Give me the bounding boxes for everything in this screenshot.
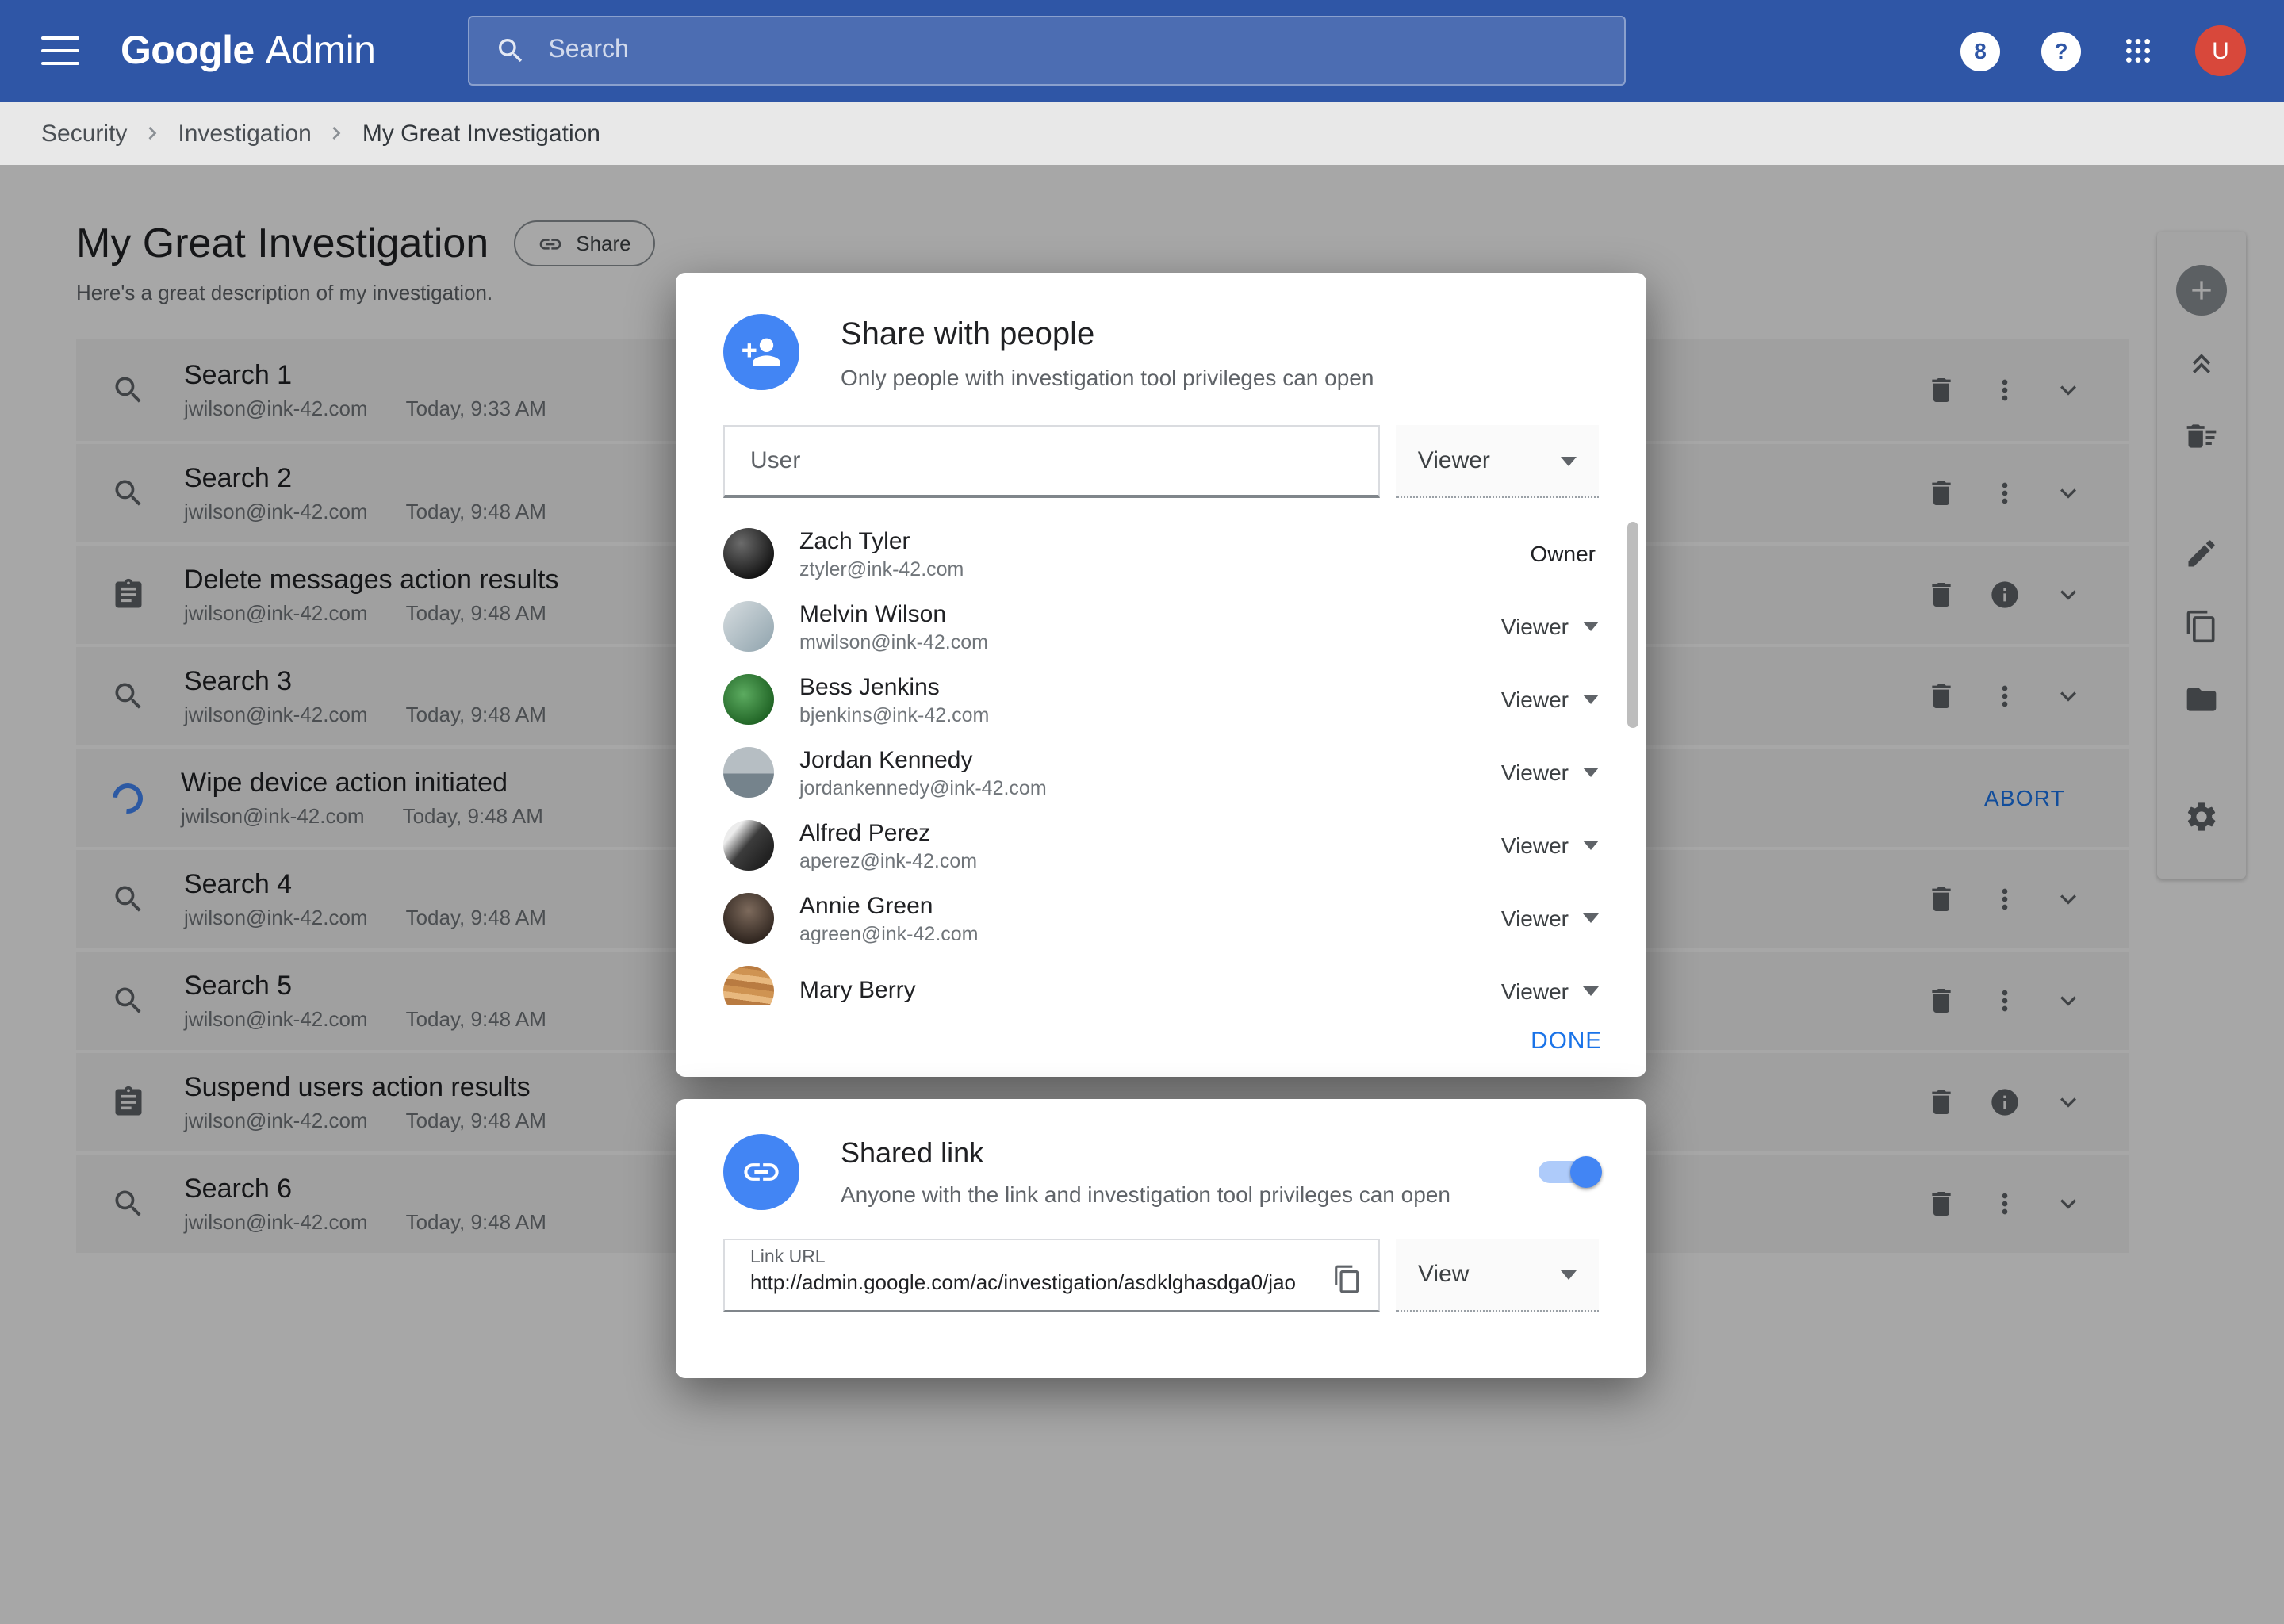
avatar	[723, 674, 774, 725]
search-icon	[494, 35, 526, 67]
chevron-right-icon	[324, 121, 350, 146]
avatar[interactable]: U	[2195, 25, 2246, 76]
person-row: Mary Berry Viewer	[723, 955, 1599, 1005]
user-field[interactable]	[723, 425, 1380, 498]
apps-grid-icon[interactable]	[2122, 35, 2154, 67]
person-email: bjenkins@ink-42.com	[799, 703, 989, 726]
role-dropdown[interactable]: Viewer	[1501, 833, 1599, 858]
person-email: aperez@ink-42.com	[799, 849, 977, 871]
search-input[interactable]	[548, 36, 1598, 65]
breadcrumb-current: My Great Investigation	[362, 120, 600, 147]
global-search[interactable]	[467, 16, 1625, 86]
avatar	[723, 601, 774, 652]
header-actions: 8 ? U	[1960, 25, 2246, 76]
person-email: ztyler@ink-42.com	[799, 557, 964, 580]
role-value: Viewer	[1501, 833, 1569, 858]
menu-icon[interactable]	[41, 36, 79, 65]
person-name: Jordan Kennedy	[799, 746, 1047, 773]
role-value: Viewer	[1501, 906, 1569, 931]
person-name: Melvin Wilson	[799, 600, 988, 627]
person-name: Mary Berry	[799, 976, 916, 1003]
breadcrumb: Security Investigation My Great Investig…	[0, 102, 2284, 165]
app-logo: Google Admin	[121, 28, 375, 74]
avatar	[723, 893, 774, 944]
admin-console: Google Admin 8 ? U Security Investigatio…	[0, 0, 2284, 1624]
dropdown-arrow-icon	[1583, 768, 1599, 777]
person-email: jordankennedy@ink-42.com	[799, 776, 1047, 799]
person-name: Annie Green	[799, 892, 979, 919]
role-select-value: Viewer	[1418, 447, 1490, 474]
user-input[interactable]	[750, 447, 1353, 474]
role-value: Viewer	[1501, 760, 1569, 785]
link-icon	[723, 1134, 799, 1210]
view-role-value: View	[1418, 1261, 1470, 1288]
role-select[interactable]: Viewer	[1396, 425, 1599, 498]
dropdown-arrow-icon	[1583, 841, 1599, 850]
role-value: Viewer	[1501, 614, 1569, 639]
role-value: Viewer	[1501, 687, 1569, 712]
link-url-label: Link URL	[750, 1248, 1315, 1267]
avatar	[723, 747, 774, 798]
role-dropdown[interactable]: Viewer	[1501, 979, 1599, 1004]
avatar	[723, 528, 774, 579]
app-header: Google Admin 8 ? U	[0, 0, 2284, 102]
role-value: Viewer	[1501, 979, 1569, 1004]
dropdown-arrow-icon	[1583, 622, 1599, 631]
link-url-field[interactable]: Link URL	[723, 1239, 1380, 1312]
logo-admin: Admin	[266, 28, 376, 74]
role-dropdown[interactable]: Viewer	[1501, 906, 1599, 931]
dialog-title: Shared link	[841, 1137, 1450, 1170]
dropdown-arrow-icon	[1583, 986, 1599, 996]
help-icon[interactable]: ?	[2041, 31, 2081, 71]
person-row: Annie Green agreen@ink-42.com Viewer	[723, 882, 1599, 955]
person-name: Bess Jenkins	[799, 673, 989, 700]
dialog-subtitle: Only people with investigation tool priv…	[841, 365, 1374, 390]
breadcrumb-security[interactable]: Security	[41, 120, 127, 147]
done-button[interactable]: DONE	[1531, 1027, 1602, 1054]
person-name: Zach Tyler	[799, 527, 964, 554]
person-row: Zach Tyler ztyler@ink-42.com Owner	[723, 517, 1599, 590]
person-row: Bess Jenkins bjenkins@ink-42.com Viewer	[723, 663, 1599, 736]
role-dropdown[interactable]: Viewer	[1501, 614, 1599, 639]
person-row: Melvin Wilson mwilson@ink-42.com Viewer	[723, 590, 1599, 663]
owner-label: Owner	[1531, 541, 1599, 566]
breadcrumb-investigation[interactable]: Investigation	[178, 120, 311, 147]
link-url-input[interactable]	[750, 1270, 1315, 1294]
notifications-badge[interactable]: 8	[1960, 31, 2000, 71]
scrollbar-thumb[interactable]	[1627, 522, 1638, 728]
dropdown-arrow-icon	[1583, 914, 1599, 923]
avatar	[723, 966, 774, 1005]
person-email: mwilson@ink-42.com	[799, 630, 988, 653]
person-name: Alfred Perez	[799, 819, 977, 846]
person-row: Alfred Perez aperez@ink-42.com Viewer	[723, 809, 1599, 882]
shared-link-dialog: Shared link Anyone with the link and inv…	[676, 1099, 1646, 1378]
avatar	[723, 820, 774, 871]
person-email: agreen@ink-42.com	[799, 922, 979, 944]
shared-link-toggle[interactable]	[1539, 1156, 1599, 1188]
people-list: Zach Tyler ztyler@ink-42.com Owner Melvi…	[676, 517, 1646, 1005]
view-role-select[interactable]: View	[1396, 1239, 1599, 1312]
person-row: Jordan Kennedy jordankennedy@ink-42.com …	[723, 736, 1599, 809]
dropdown-arrow-icon	[1561, 456, 1577, 465]
copy-icon[interactable]	[1328, 1258, 1369, 1299]
person-add-icon	[723, 314, 799, 390]
dialog-subtitle: Anyone with the link and investigation t…	[841, 1182, 1450, 1207]
logo-google: Google	[121, 28, 255, 74]
dropdown-arrow-icon	[1561, 1270, 1577, 1279]
role-dropdown[interactable]: Viewer	[1501, 687, 1599, 712]
share-with-people-dialog: Share with people Only people with inves…	[676, 273, 1646, 1077]
role-dropdown[interactable]: Viewer	[1501, 760, 1599, 785]
dialog-title: Share with people	[841, 317, 1374, 354]
chevron-right-icon	[140, 121, 165, 146]
dropdown-arrow-icon	[1583, 695, 1599, 704]
